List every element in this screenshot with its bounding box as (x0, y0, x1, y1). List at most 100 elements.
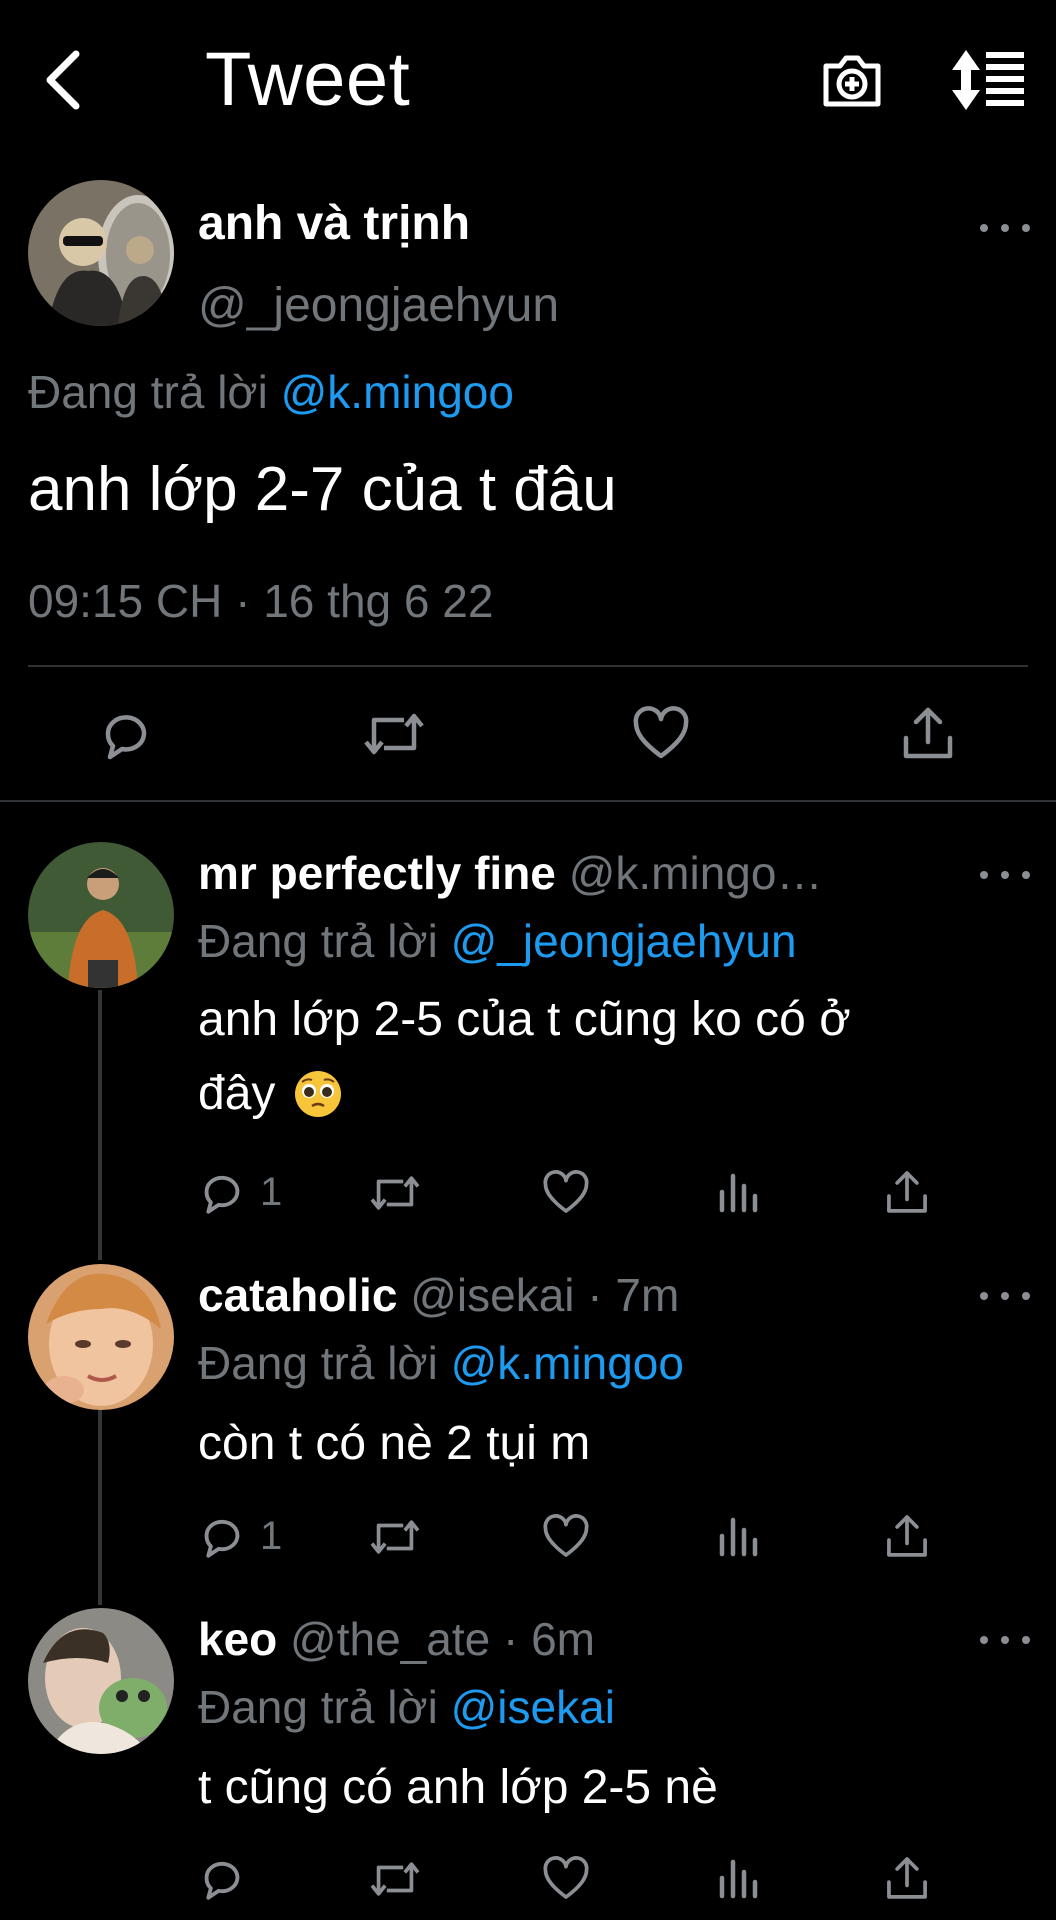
reply-icon (105, 715, 147, 760)
share-button[interactable] (900, 704, 956, 762)
replying-prefix: Đang trả lời (28, 366, 268, 418)
reply-button[interactable] (98, 706, 154, 762)
mention-link[interactable]: @isekai (451, 1681, 615, 1733)
share-button[interactable] (884, 1168, 930, 1216)
like-button[interactable] (542, 1856, 590, 1902)
chevron-left-icon (46, 50, 80, 110)
analytics-button[interactable] (716, 1856, 760, 1902)
tweet-timestamp[interactable]: 09:15 CH · 16 thg 6 22 (28, 574, 493, 628)
share-icon (887, 1171, 927, 1213)
share-button[interactable] (884, 1512, 930, 1560)
avatar-photo (28, 1608, 174, 1754)
mention-link[interactable]: @k.mingoo (281, 366, 514, 418)
dot-icon (980, 1292, 988, 1300)
avatar[interactable] (28, 180, 174, 326)
retweet-icon (370, 1176, 420, 1210)
replying-to: Đang trả lời @k.mingoo (198, 1336, 684, 1390)
replying-to: Đang trả lời @_jeongjaehyun (198, 914, 797, 968)
reply-button[interactable] (198, 1512, 246, 1560)
like-button[interactable] (542, 1170, 590, 1216)
pleading-face-emoji-icon (295, 1070, 342, 1117)
mention-link[interactable]: @k.mingoo (451, 1337, 684, 1389)
reply-header: cataholic @isekai · 7m (198, 1268, 679, 1322)
share-button[interactable] (884, 1854, 930, 1902)
avatar-photo (28, 842, 174, 988)
avatar-photo (28, 180, 174, 326)
mention-link[interactable]: @_jeongjaehyun (451, 915, 797, 967)
like-button[interactable] (542, 1514, 590, 1560)
replying-prefix: Đang trả lời (198, 915, 438, 967)
dot-icon (1022, 1636, 1030, 1644)
more-options-button[interactable] (980, 1630, 1030, 1650)
like-button[interactable] (632, 706, 690, 762)
dot-icon (980, 871, 988, 879)
sort-icon (952, 50, 1024, 110)
dot-icon (1022, 224, 1030, 232)
thread-line (98, 990, 102, 1260)
avatar-photo (28, 1264, 174, 1410)
share-icon (887, 1857, 927, 1899)
heart-icon (633, 706, 689, 759)
display-name[interactable]: mr perfectly fine (198, 847, 556, 899)
dot-icon (980, 224, 988, 232)
retweet-icon (364, 713, 424, 755)
dot-icon (1022, 1292, 1030, 1300)
heart-icon (543, 1856, 589, 1899)
camera-plus-icon (823, 55, 881, 107)
dot-icon (980, 1636, 988, 1644)
reply-header: mr perfectly fine @k.mingo… (198, 846, 822, 900)
back-button[interactable] (30, 42, 94, 118)
more-options-button[interactable] (980, 865, 1030, 885)
user-handle[interactable]: @_jeongjaehyun (198, 278, 559, 333)
avatar[interactable] (28, 1264, 174, 1410)
reply-text: còn t có nè 2 tụi m (198, 1417, 591, 1470)
dot-icon (1001, 1636, 1009, 1644)
reply-icon (204, 1519, 240, 1558)
display-name[interactable]: keo (198, 1613, 277, 1665)
tweet-text: anh lớp 2-7 của t đâu (28, 455, 617, 524)
handle-time[interactable]: @the_ate · 6m (290, 1613, 595, 1665)
share-icon (903, 707, 953, 759)
divider (0, 800, 1056, 802)
divider (28, 665, 1028, 667)
heart-icon (543, 1514, 589, 1557)
heart-icon (543, 1170, 589, 1213)
display-name[interactable]: cataholic (198, 1269, 397, 1321)
avatar[interactable] (28, 1608, 174, 1754)
more-options-button[interactable] (980, 218, 1030, 238)
reply-icon (204, 1861, 240, 1900)
replying-to: Đang trả lời @k.mingoo (28, 365, 514, 419)
retweet-icon (370, 1862, 420, 1896)
dot-icon (1001, 224, 1009, 232)
retweet-icon (370, 1520, 420, 1554)
page-title: Tweet (205, 37, 411, 122)
retweet-button[interactable] (368, 1514, 422, 1560)
replying-prefix: Đang trả lời (198, 1337, 438, 1389)
analytics-icon (719, 1173, 758, 1213)
reply-button[interactable] (198, 1854, 246, 1902)
replying-prefix: Đang trả lời (198, 1681, 438, 1733)
more-options-button[interactable] (980, 1286, 1030, 1306)
handle-time[interactable]: @isekai · 7m (410, 1269, 679, 1321)
reply-button[interactable] (198, 1168, 246, 1216)
display-name[interactable]: anh và trịnh (198, 196, 470, 251)
camera-button[interactable] (820, 48, 884, 112)
analytics-button[interactable] (716, 1514, 760, 1560)
reply-text: t cũng có anh lớp 2-5 nè (198, 1761, 718, 1814)
avatar[interactable] (28, 842, 174, 988)
dot-icon (1001, 1292, 1009, 1300)
analytics-icon (719, 1859, 758, 1899)
dot-icon (1001, 871, 1009, 879)
sort-replies-button[interactable] (950, 48, 1026, 112)
retweet-button[interactable] (362, 706, 426, 762)
handle-time[interactable]: @k.mingo… (569, 847, 823, 899)
retweet-button[interactable] (368, 1170, 422, 1216)
reply-count: 1 (260, 1514, 283, 1558)
analytics-icon (719, 1517, 758, 1557)
reply-text-line: đây (198, 1066, 343, 1121)
reply-count: 1 (260, 1170, 283, 1214)
dot-icon (1022, 871, 1030, 879)
retweet-button[interactable] (368, 1856, 422, 1902)
analytics-button[interactable] (716, 1170, 760, 1216)
reply-header: keo @the_ate · 6m (198, 1612, 595, 1666)
